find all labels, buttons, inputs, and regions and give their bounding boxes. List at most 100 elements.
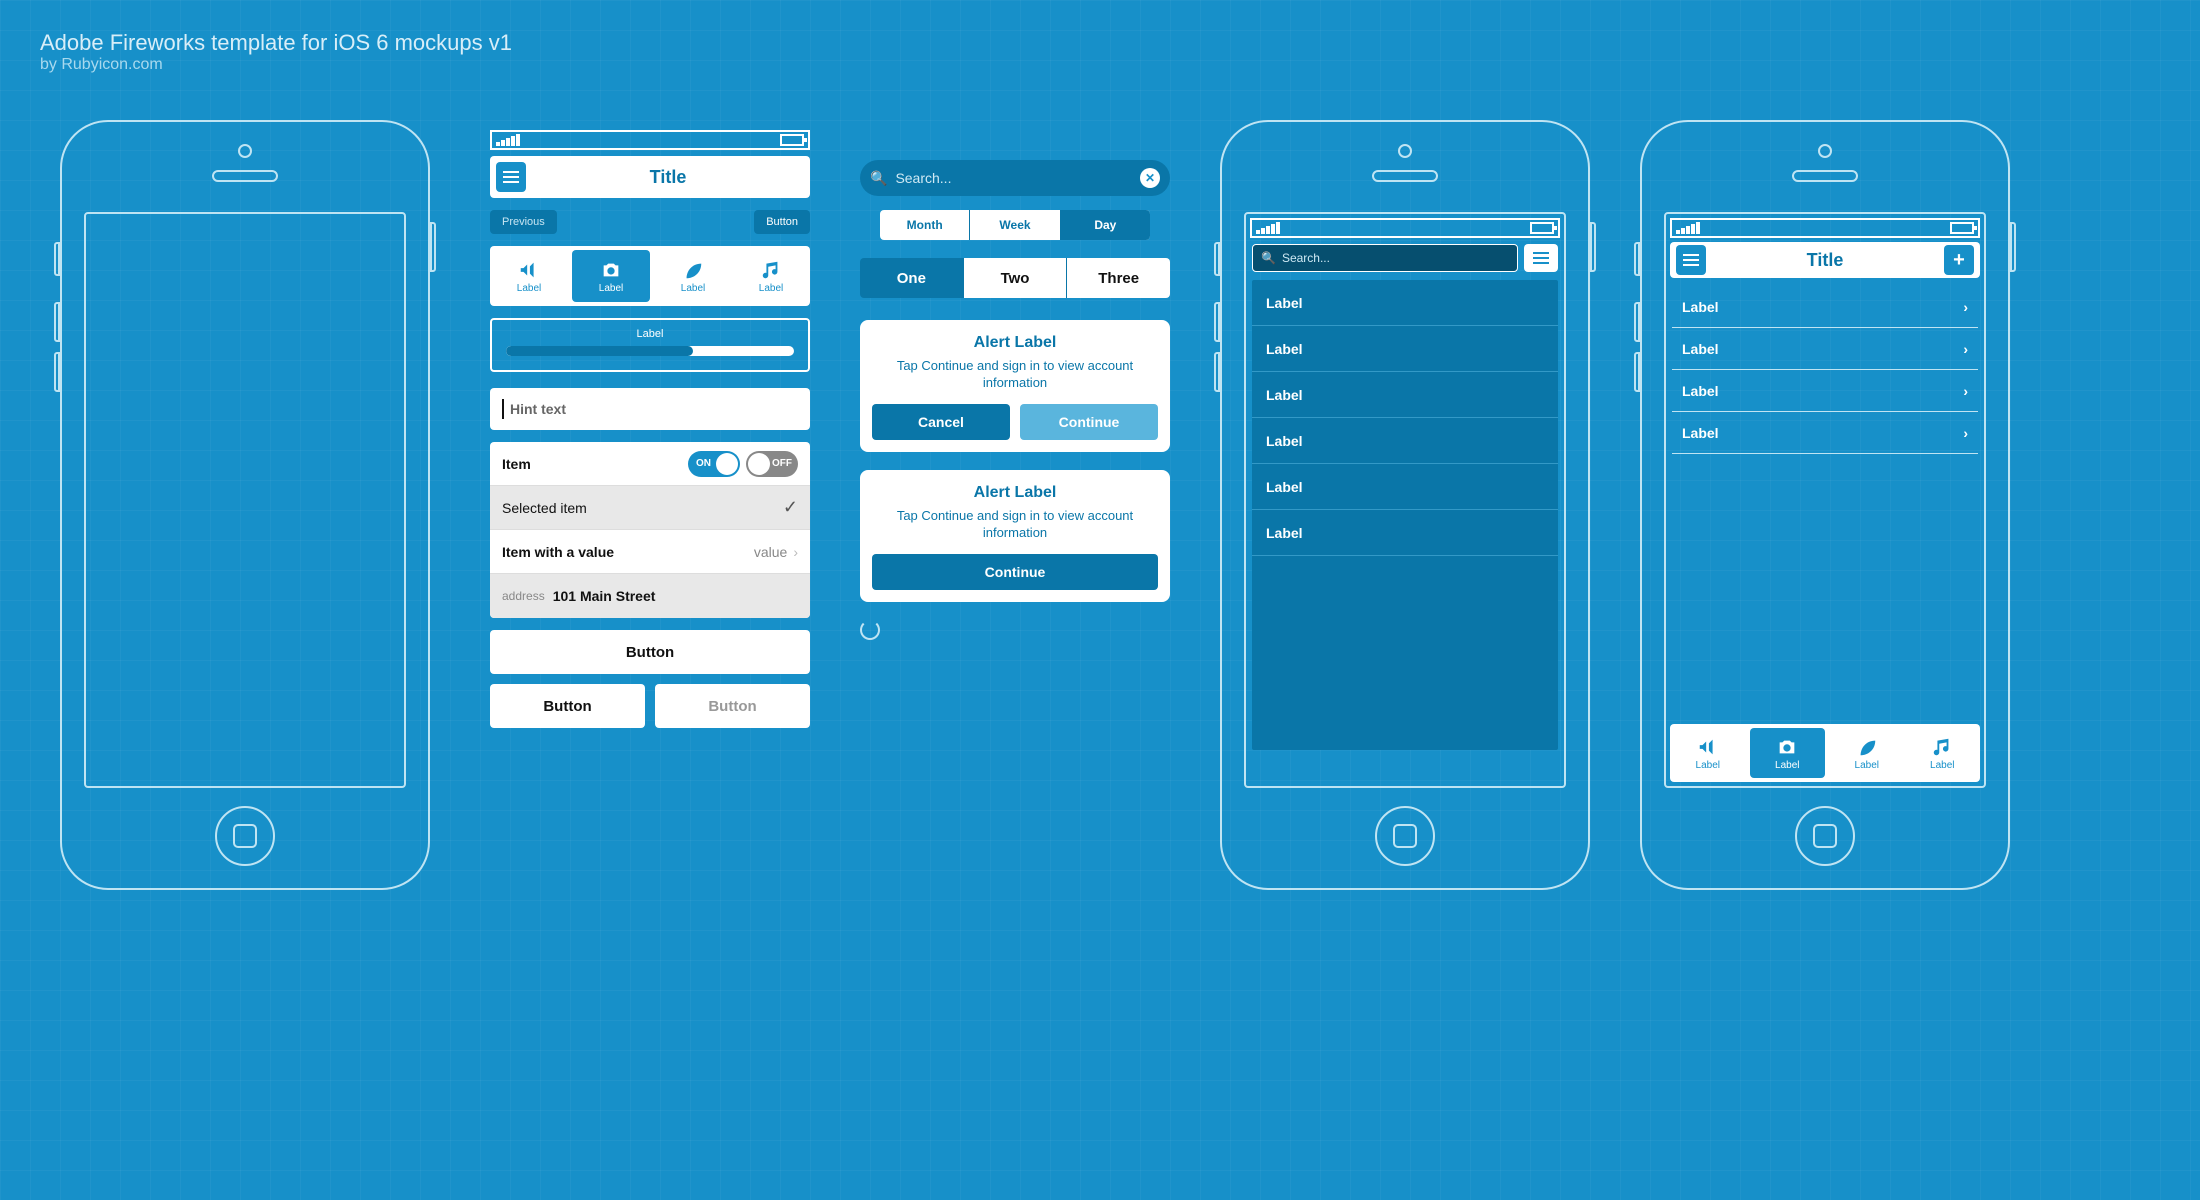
continue-button[interactable]: Continue <box>1020 404 1158 440</box>
alert-body: Tap Continue and sign in to view account… <box>872 508 1158 542</box>
status-bar <box>1250 218 1560 238</box>
button-primary[interactable]: Button <box>490 630 810 674</box>
search-input[interactable] <box>895 170 1132 186</box>
nav-button[interactable]: Button <box>754 210 810 234</box>
alert-one-button: Alert Label Tap Continue and sign in to … <box>860 470 1170 602</box>
status-bar <box>1670 218 1980 238</box>
tab-camera[interactable]: Label <box>1750 728 1826 778</box>
signal-icon <box>496 134 520 146</box>
clear-icon[interactable]: ✕ <box>1140 168 1160 188</box>
seg-three[interactable]: Three <box>1067 258 1170 298</box>
button-left[interactable]: Button <box>490 684 645 728</box>
signal-icon <box>1676 222 1700 234</box>
alert-two-buttons: Alert Label Tap Continue and sign in to … <box>860 320 1170 452</box>
list-row-toggle: Item ON OFF <box>490 442 810 486</box>
list-item[interactable]: Label <box>1252 280 1558 326</box>
leaf-icon <box>682 259 704 281</box>
navbar-title: Title <box>1712 250 1938 271</box>
leaf-icon <box>1856 736 1878 758</box>
search-icon: 🔍 <box>870 170 887 187</box>
search-bar[interactable]: 🔍 ✕ <box>860 160 1170 196</box>
chevron-right-icon: › <box>1963 299 1968 315</box>
progress-bar: Label <box>490 318 810 372</box>
megaphone-icon <box>518 259 540 281</box>
main-list: Label› Label› Label› Label› <box>1672 286 1978 454</box>
search-bar[interactable]: 🔍 Search... <box>1252 244 1518 272</box>
toggle-off[interactable]: OFF <box>746 451 798 477</box>
seg-day[interactable]: Day <box>1061 210 1150 240</box>
row-key: address <box>502 589 545 603</box>
cancel-button[interactable]: Cancel <box>872 404 1010 440</box>
seg-two[interactable]: Two <box>964 258 1068 298</box>
status-bar <box>490 130 810 150</box>
chevron-right-icon: › <box>793 544 798 560</box>
list-item[interactable]: Label› <box>1672 412 1978 454</box>
menu-icon[interactable] <box>496 162 526 192</box>
button-right-disabled[interactable]: Button <box>655 684 810 728</box>
tab-label: Label <box>1855 760 1879 771</box>
list-item[interactable]: Label <box>1252 464 1558 510</box>
list-row-value[interactable]: Item with a value value › <box>490 530 810 574</box>
tab-label: Label <box>517 283 541 294</box>
add-button[interactable]: + <box>1944 245 1974 275</box>
hint-text: Hint text <box>510 401 566 417</box>
segmented-control-small: Month Week Day <box>880 210 1150 240</box>
tab-label: Label <box>599 283 623 294</box>
row-label: Item with a value <box>502 544 614 560</box>
chevron-right-icon: › <box>1963 341 1968 357</box>
list-item[interactable]: Label <box>1252 326 1558 372</box>
text-field[interactable]: Hint text <box>490 388 810 430</box>
list-item[interactable]: Label <box>1252 372 1558 418</box>
megaphone-icon <box>1697 736 1719 758</box>
tab-leaf[interactable]: Label <box>654 246 732 306</box>
home-button-icon <box>1795 806 1855 866</box>
previous-button[interactable]: Previous <box>490 210 557 234</box>
phone-frame-empty <box>60 120 430 890</box>
tab-leaf[interactable]: Label <box>1829 724 1905 782</box>
navigation-bar: Title <box>490 156 810 198</box>
seg-one[interactable]: One <box>860 258 964 298</box>
tab-label: Label <box>681 283 705 294</box>
tab-label: Label <box>1775 760 1799 771</box>
seg-week[interactable]: Week <box>970 210 1060 240</box>
chevron-right-icon: › <box>1963 383 1968 399</box>
alert-title: Alert Label <box>872 334 1158 352</box>
progress-label: Label <box>637 328 664 340</box>
list-row-selected[interactable]: Selected item ✓ <box>490 486 810 530</box>
music-icon <box>760 259 782 281</box>
tab-bar: Label Label Label Label <box>490 246 810 306</box>
settings-list: Item ON OFF Selected item ✓ Item with a … <box>490 442 810 618</box>
menu-icon[interactable] <box>1524 244 1558 272</box>
checkmark-icon: ✓ <box>783 497 798 518</box>
battery-icon <box>1530 222 1554 234</box>
row-label: Selected item <box>502 500 587 516</box>
page-title: Adobe Fireworks template for iOS 6 mocku… <box>40 30 512 56</box>
music-icon <box>1931 736 1953 758</box>
signal-icon <box>1256 222 1280 234</box>
continue-button[interactable]: Continue <box>872 554 1158 590</box>
battery-icon <box>1950 222 1974 234</box>
navigation-bar: Title + <box>1670 242 1980 278</box>
list-item[interactable]: Label› <box>1672 286 1978 328</box>
list-item[interactable]: Label› <box>1672 328 1978 370</box>
list-item[interactable]: Label <box>1252 510 1558 556</box>
battery-icon <box>780 134 804 146</box>
list-row-address[interactable]: address 101 Main Street <box>490 574 810 618</box>
toggle-on[interactable]: ON <box>688 451 740 477</box>
seg-month[interactable]: Month <box>880 210 970 240</box>
tab-music[interactable]: Label <box>732 246 810 306</box>
spinner-icon <box>860 620 880 640</box>
tab-bar: Label Label Label Label <box>1670 724 1980 782</box>
row-label: Item <box>502 456 531 472</box>
tab-megaphone[interactable]: Label <box>490 246 568 306</box>
navbar-title: Title <box>532 167 804 188</box>
home-button-icon <box>215 806 275 866</box>
tab-megaphone[interactable]: Label <box>1670 724 1746 782</box>
list-item[interactable]: Label <box>1252 418 1558 464</box>
list-item[interactable]: Label› <box>1672 370 1978 412</box>
camera-icon <box>1776 736 1798 758</box>
tab-music[interactable]: Label <box>1905 724 1981 782</box>
menu-icon[interactable] <box>1676 245 1706 275</box>
tab-camera[interactable]: Label <box>572 250 650 302</box>
row-value: 101 Main Street <box>553 588 656 604</box>
